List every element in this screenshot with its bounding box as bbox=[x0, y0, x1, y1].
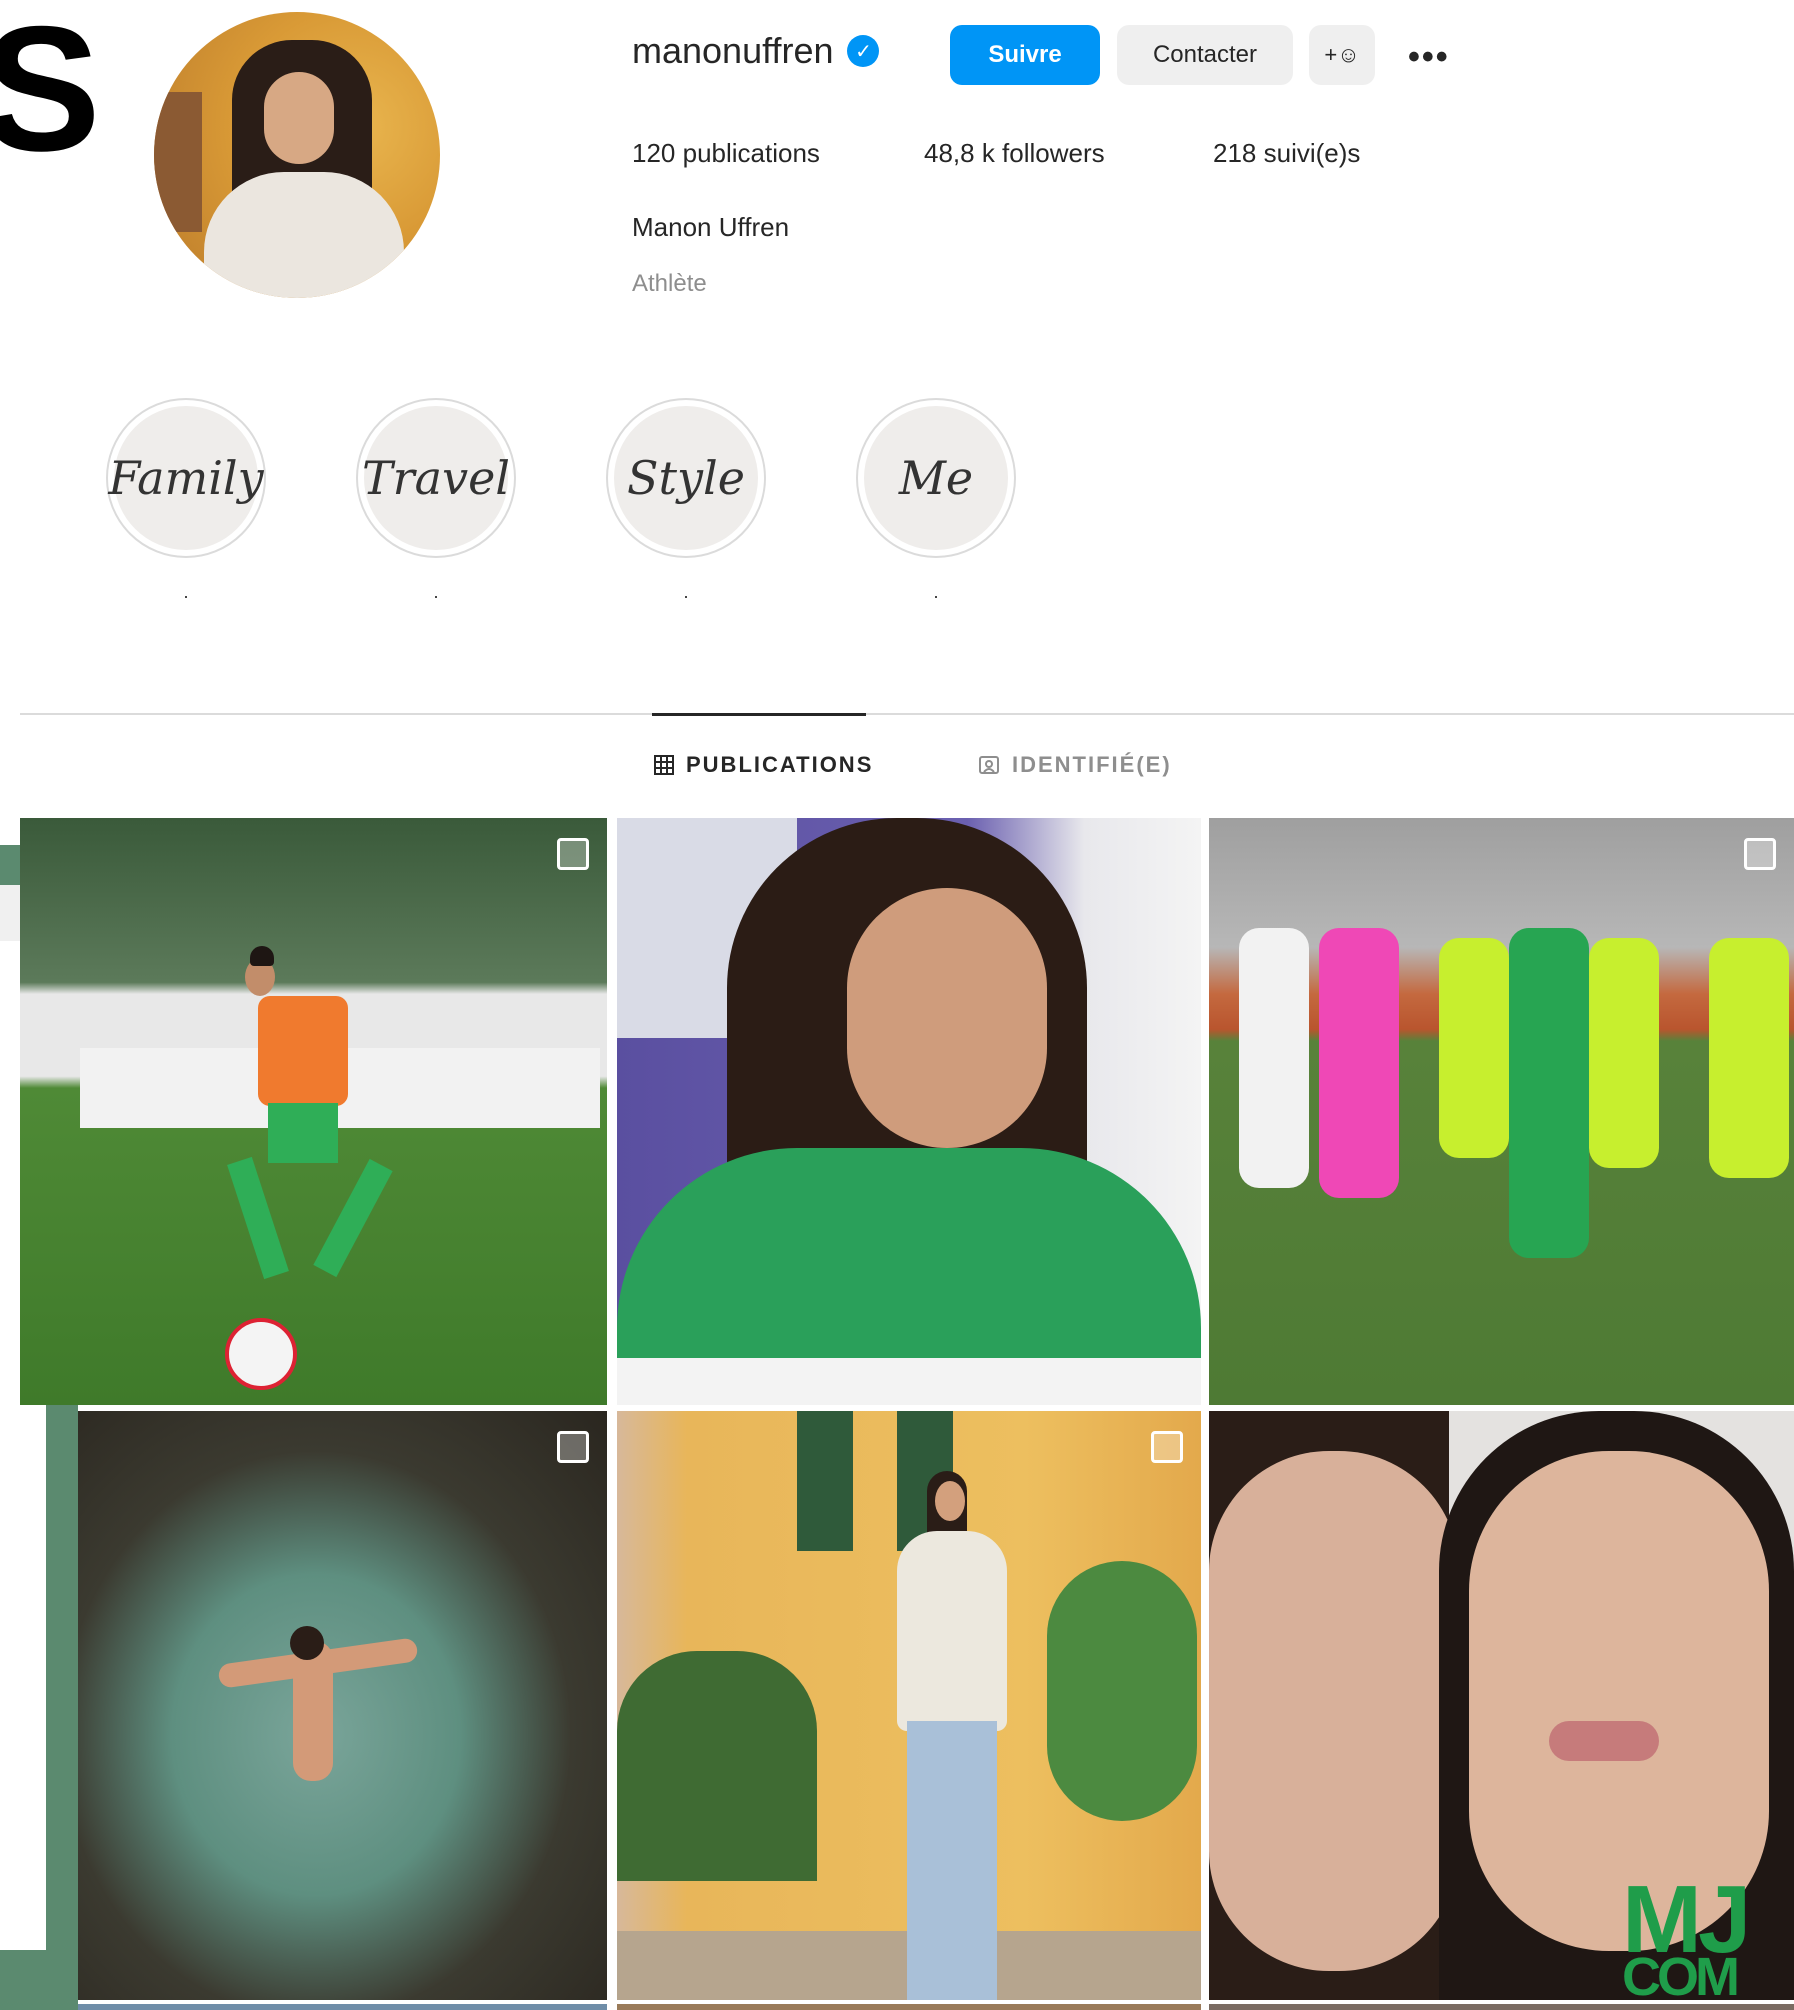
tabs-divider bbox=[20, 713, 1794, 715]
multi-post-icon bbox=[557, 1431, 589, 1463]
grid-icon bbox=[654, 755, 674, 775]
post-swimming-rock-pool[interactable] bbox=[78, 1411, 607, 2000]
tab-tagged[interactable]: IDENTIFIÉ(E) bbox=[978, 752, 1172, 778]
highlight-label: . bbox=[683, 582, 689, 602]
following-count[interactable]: 218 suivi(e)s bbox=[1213, 138, 1360, 169]
watermark-logo: MJ COM bbox=[1622, 1872, 1772, 2010]
post-match-lineup[interactable] bbox=[1209, 818, 1794, 1405]
add-user-icon[interactable]: +☺ bbox=[1309, 25, 1375, 85]
profile-category: Athlète bbox=[632, 270, 707, 297]
highlight-cover: Family bbox=[108, 406, 264, 550]
active-tab-indicator bbox=[652, 713, 866, 716]
post-yellow-wall-outfit[interactable] bbox=[617, 1411, 1201, 2000]
highlight-cover: Me bbox=[864, 406, 1008, 550]
highlight-label: . bbox=[433, 582, 439, 602]
tagged-icon bbox=[979, 756, 999, 774]
multi-post-icon bbox=[557, 838, 589, 870]
posts-count: 120 publications bbox=[632, 138, 820, 168]
highlight-me[interactable]: Me bbox=[856, 398, 1016, 558]
tab-publications-label: PUBLICATIONS bbox=[686, 752, 874, 777]
highlight-family[interactable]: Family bbox=[106, 398, 266, 558]
highlight-label: . bbox=[183, 582, 189, 602]
highlight-travel[interactable]: Travel bbox=[356, 398, 516, 558]
highlight-label: . bbox=[933, 582, 939, 602]
username-text: manonuffren bbox=[632, 30, 834, 71]
contact-button[interactable]: Contacter bbox=[1117, 25, 1293, 85]
more-icon[interactable]: ••• bbox=[1408, 38, 1450, 77]
post-portrait-green-jacket[interactable] bbox=[617, 818, 1201, 1405]
watermark-suffix: COM bbox=[1622, 1947, 1740, 2007]
next-row-peek bbox=[78, 2004, 607, 2010]
profile-full-name: Manon Uffren bbox=[632, 212, 790, 242]
next-row-peek bbox=[617, 2004, 1201, 2010]
profile-username: manonuffren ✓ bbox=[632, 30, 880, 72]
highlight-style[interactable]: Style bbox=[606, 398, 766, 558]
verified-badge-icon: ✓ bbox=[847, 35, 880, 67]
profile-avatar[interactable] bbox=[154, 12, 440, 298]
followers-count[interactable]: 48,8 k followers bbox=[924, 138, 1105, 169]
follow-button[interactable]: Suivre bbox=[950, 25, 1100, 85]
tab-tagged-label: IDENTIFIÉ(E) bbox=[1012, 752, 1172, 777]
multi-post-icon bbox=[1151, 1431, 1183, 1463]
highlight-cover: Travel bbox=[362, 406, 510, 550]
tab-publications[interactable]: PUBLICATIONS bbox=[654, 752, 873, 778]
multi-post-icon bbox=[1744, 838, 1776, 870]
post-football-dribble[interactable] bbox=[20, 818, 607, 1405]
highlight-cover: Style bbox=[614, 406, 758, 550]
cropped-heading-letter: S bbox=[0, 0, 101, 188]
